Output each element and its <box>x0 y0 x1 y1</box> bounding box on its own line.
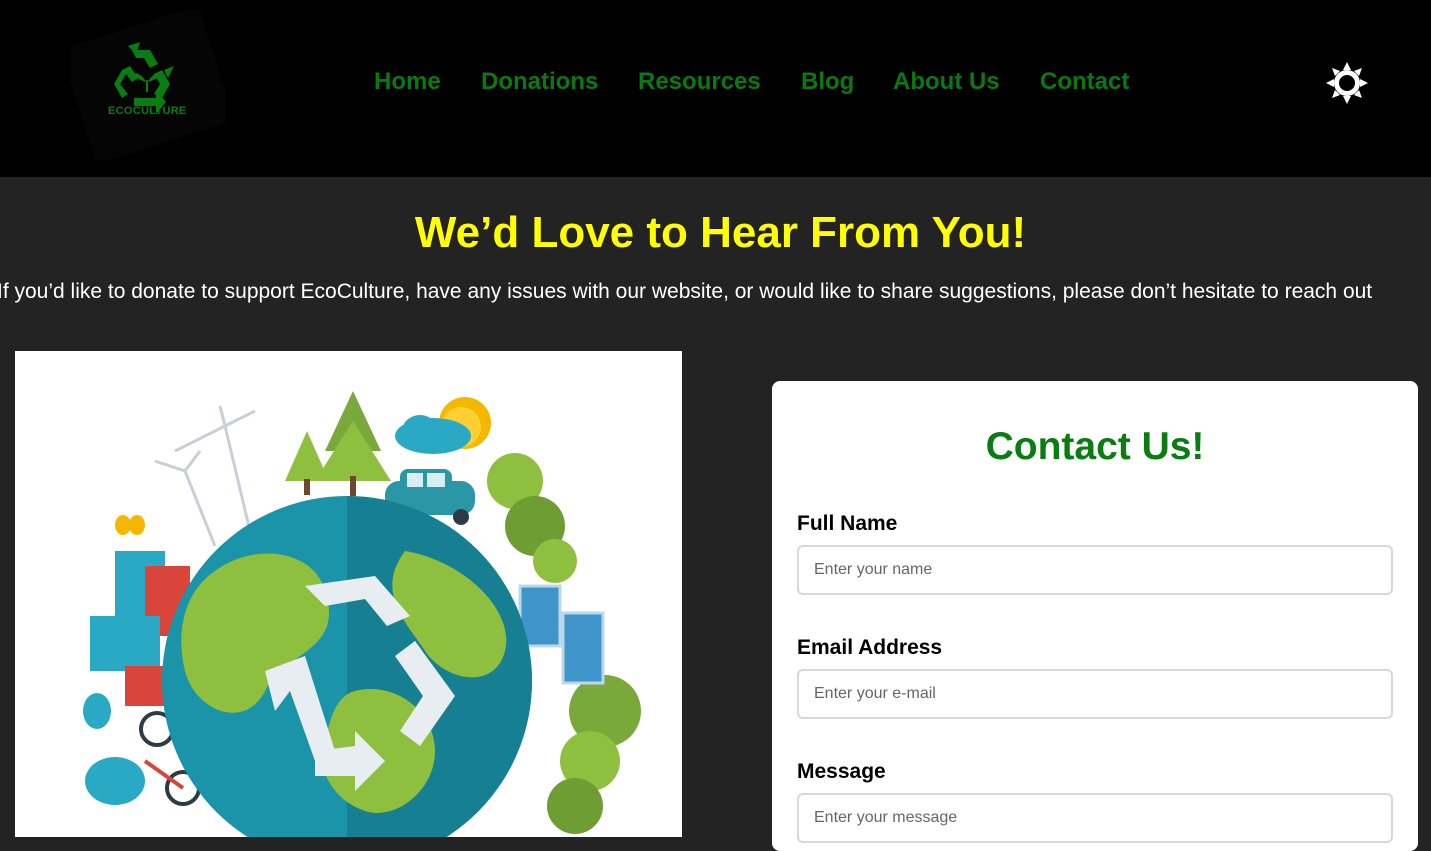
nav-blog[interactable]: Blog <box>801 68 854 96</box>
logo-text: ECOCULTURE <box>108 105 187 117</box>
nav-home[interactable]: Home <box>374 68 441 96</box>
email-label: Email Address <box>797 636 943 659</box>
sun-icon <box>1326 62 1368 104</box>
contact-form-card: Contact Us! Full Name Email Address Mess… <box>772 381 1418 851</box>
theme-toggle-button[interactable] <box>1324 60 1370 106</box>
nav-about-us[interactable]: About Us <box>893 68 1000 96</box>
message-label: Message <box>797 760 886 783</box>
nav-donations[interactable]: Donations <box>481 68 598 96</box>
nav-resources[interactable]: Resources <box>638 68 761 96</box>
site-header: ECOCULTURE Home Donations Resources Blog… <box>0 0 1431 177</box>
contact-title: Contact Us! <box>985 425 1205 468</box>
main-nav: Home Donations Resources Blog About Us C… <box>0 68 1431 100</box>
full-name-label: Full Name <box>797 512 898 535</box>
eco-earth-illustration <box>15 351 682 837</box>
hero-title: We’d Love to Hear From You! <box>414 208 1027 257</box>
hero-subtitle: If you’d like to donate to support EcoCu… <box>0 280 1373 303</box>
full-name-input[interactable] <box>797 545 1393 595</box>
message-input[interactable] <box>797 793 1393 843</box>
email-input[interactable] <box>797 669 1393 719</box>
nav-contact[interactable]: Contact <box>1040 68 1129 96</box>
